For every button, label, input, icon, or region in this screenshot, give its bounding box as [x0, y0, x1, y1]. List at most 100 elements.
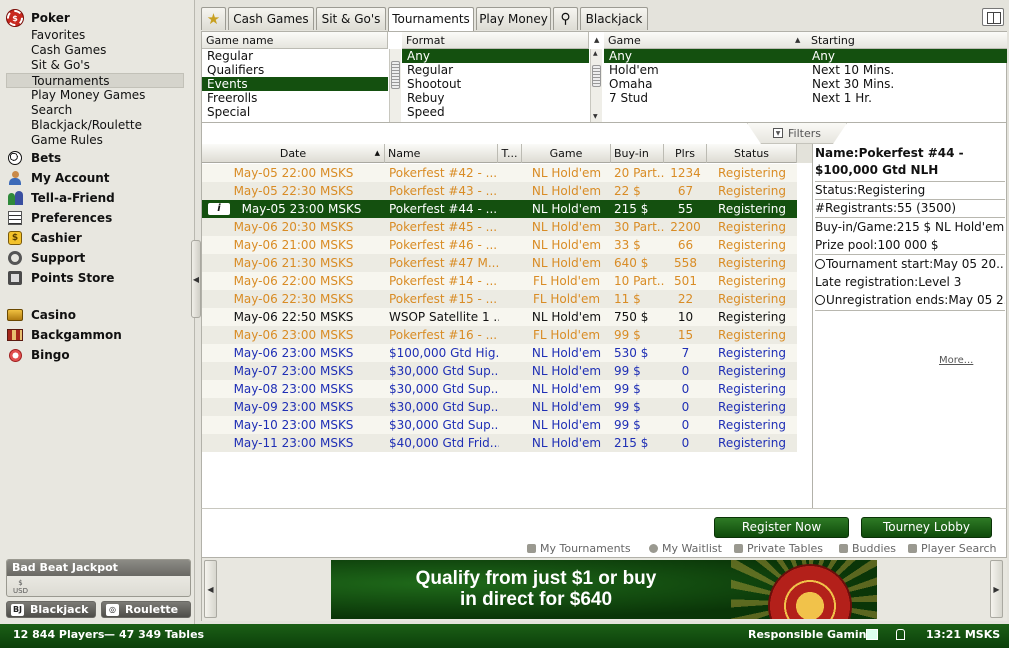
filter-option[interactable]: Special: [202, 105, 388, 119]
column-date[interactable]: Date ▲: [202, 144, 385, 163]
tab-sit-and-gos[interactable]: Sit & Go's: [316, 7, 386, 30]
sidebar-item-search[interactable]: Search: [6, 103, 184, 118]
filter-option[interactable]: Regular: [402, 63, 589, 77]
trophy-icon: [527, 544, 536, 553]
bad-beat-jackpot[interactable]: Bad Beat Jackpot $ USD: [6, 559, 191, 597]
filter-option[interactable]: Next 30 Mins.: [807, 77, 1007, 91]
scrollbar-thumb[interactable]: [592, 65, 601, 87]
filter-option[interactable]: Hold'em: [604, 63, 808, 77]
filter-option-selected[interactable]: Any: [807, 49, 1007, 63]
tab-cash-games[interactable]: Cash Games: [228, 7, 314, 30]
sidebar-points-store[interactable]: Points Store: [6, 269, 114, 287]
responsible-gaming-link[interactable]: Responsible Gaming: [748, 624, 874, 646]
table-row[interactable]: May-08 23:00 MSKS $30,000 Gtd Sup... NL Ho…: [202, 380, 797, 398]
filter-option[interactable]: Next 1 Hr.: [807, 91, 1007, 105]
table-row[interactable]: May-06 22:30 MSKS Pokerfest #15 - ... FL H…: [202, 290, 797, 308]
book-icon[interactable]: [982, 8, 1004, 26]
banner-next-button[interactable]: ▶: [990, 560, 1003, 618]
table-row[interactable]: May-06 20:30 MSKS Pokerfest #45 - ... NL H…: [202, 218, 797, 236]
sidebar-item-sit-and-gos[interactable]: Sit & Go's: [6, 58, 184, 73]
sidebar-item-cash-games[interactable]: Cash Games: [6, 43, 184, 58]
filter-option[interactable]: Rebuy: [402, 91, 589, 105]
tab-favorites[interactable]: ★: [201, 7, 226, 30]
sidebar-cashier[interactable]: $ Cashier: [6, 229, 82, 247]
buddies-link[interactable]: Buddies: [839, 542, 896, 555]
table-row[interactable]: May-06 22:50 MSKS WSOP Satellite 1 .. NL H…: [202, 308, 797, 326]
scroll-up-icon[interactable]: ▲: [593, 50, 598, 57]
tourney-lobby-button[interactable]: Tourney Lobby: [861, 517, 992, 538]
sidebar: $ Poker Favorites Cash Games Sit & Go's …: [0, 0, 195, 624]
filter-option[interactable]: 7 Stud: [604, 91, 808, 105]
table-row[interactable]: May-06 21:30 MSKS Pokerfest #47 M... NL Ho…: [202, 254, 797, 272]
table-row-selected[interactable]: i May-05 23:00 MSKS Pokerfest #44 - ... NL …: [202, 200, 797, 218]
filter-option-selected[interactable]: Events: [202, 77, 388, 91]
sidebar-tell-a-friend[interactable]: Tell-a-Friend: [6, 189, 115, 207]
table-row[interactable]: May-06 22:00 MSKS Pokerfest #14 - ... FL H…: [202, 272, 797, 290]
sidebar-item-play-money-games[interactable]: Play Money Games: [6, 88, 184, 103]
filter-option-selected[interactable]: Any: [604, 49, 808, 63]
tab-play-money[interactable]: Play Money: [476, 7, 551, 30]
tab-search[interactable]: ⚲: [553, 7, 578, 30]
column-players[interactable]: Plrs: [664, 144, 707, 163]
sidebar-item-game-rules[interactable]: Game Rules: [6, 133, 184, 148]
sidebar-support[interactable]: Support: [6, 249, 85, 267]
filter-option[interactable]: Shootout: [402, 77, 589, 91]
column-type[interactable]: T...: [498, 144, 522, 163]
filters-toggle-button[interactable]: ▼ Filters: [747, 123, 847, 144]
filter-option[interactable]: Omaha: [604, 77, 808, 91]
my-waitlist-link[interactable]: My Waitlist: [649, 542, 722, 555]
sidebar-item-blackjack-roulette[interactable]: Blackjack/Roulette: [6, 118, 184, 133]
my-tournaments-link[interactable]: My Tournaments: [527, 542, 631, 555]
blackjack-button[interactable]: BJ Blackjack: [6, 601, 96, 618]
table-row[interactable]: May-09 23:00 MSKS $30,000 Gtd Sup... NL Ho…: [202, 398, 797, 416]
filter-option[interactable]: Freerolls: [202, 91, 388, 105]
register-now-button[interactable]: Register Now: [714, 517, 849, 538]
sidebar-bets[interactable]: Bets: [6, 149, 61, 167]
filter-option[interactable]: Speed: [402, 105, 589, 119]
filter-game-name-scrollbar[interactable]: [389, 49, 401, 122]
table-row[interactable]: May-06 21:00 MSKS Pokerfest #46 - ... NL H…: [202, 236, 797, 254]
player-search-link[interactable]: Player Search: [908, 542, 997, 555]
sidebar-poker[interactable]: $ Poker: [6, 9, 70, 27]
sidebar-item-favorites[interactable]: Favorites: [6, 28, 184, 43]
promo-banner[interactable]: Qualify from just $1 or buy in direct fo…: [331, 560, 877, 619]
more-link[interactable]: More...: [939, 355, 973, 366]
tab-tournaments[interactable]: Tournaments: [388, 7, 474, 31]
filter-option[interactable]: Next 10 Mins.: [807, 63, 1007, 77]
roulette-button[interactable]: ◎ Roulette: [101, 601, 191, 618]
sidebar-preferences[interactable]: Preferences: [6, 209, 112, 227]
column-name[interactable]: Name: [385, 144, 498, 163]
collapse-sidebar-button[interactable]: ◀: [191, 240, 201, 318]
sidebar-backgammon[interactable]: Backgammon: [6, 326, 122, 344]
lock-icon[interactable]: [896, 629, 905, 640]
monitor-icon[interactable]: [866, 629, 878, 640]
column-status[interactable]: Status: [707, 144, 797, 163]
sidebar-item-tournaments[interactable]: Tournaments: [6, 73, 184, 88]
table-row[interactable]: May-10 23:00 MSKS $30,000 Gtd Sup... NL Ho…: [202, 416, 797, 434]
cell-buyin: 11 $: [614, 292, 641, 306]
tab-blackjack[interactable]: Blackjack: [580, 7, 648, 30]
scroll-down-icon[interactable]: ▼: [593, 113, 598, 120]
table-row[interactable]: May-06 23:00 MSKS $100,000 Gtd Hig... NL H…: [202, 344, 797, 362]
sidebar-my-account[interactable]: My Account: [6, 169, 110, 187]
table-row[interactable]: May-06 23:00 MSKS Pokerfest #16 - ... FL H…: [202, 326, 797, 344]
sidebar-bingo[interactable]: Bingo: [6, 346, 70, 364]
filter-option[interactable]: Regular: [202, 49, 388, 63]
cell-plrs: 558: [674, 256, 697, 270]
table-row[interactable]: May-07 23:00 MSKS $30,000 Gtd Sup... NL Ho…: [202, 362, 797, 380]
banner-prev-button[interactable]: ◀: [204, 560, 217, 618]
filter-option[interactable]: Qualifiers: [202, 63, 388, 77]
table-row[interactable]: May-05 22:30 MSKS Pokerfest #43 - ... NL H…: [202, 182, 797, 200]
filter-format-scrollbar[interactable]: ▲ ▼: [590, 49, 602, 122]
private-tables-link[interactable]: Private Tables: [734, 542, 823, 555]
sidebar-casino[interactable]: Casino: [6, 306, 76, 324]
column-game[interactable]: Game: [522, 144, 611, 163]
scrollbar-thumb[interactable]: [391, 61, 400, 89]
sidebar-bingo-label: Bingo: [31, 348, 70, 362]
cell-plrs: 2200: [670, 220, 701, 234]
filter-option-selected[interactable]: Any: [402, 49, 589, 63]
column-buy-in[interactable]: Buy-in: [611, 144, 664, 163]
table-row[interactable]: May-11 23:00 MSKS $40,000 Gtd Frid... NL H…: [202, 434, 797, 452]
table-scrollbar[interactable]: [797, 144, 813, 163]
table-row[interactable]: May-05 22:00 MSKS Pokerfest #42 - ... NL H…: [202, 164, 797, 182]
